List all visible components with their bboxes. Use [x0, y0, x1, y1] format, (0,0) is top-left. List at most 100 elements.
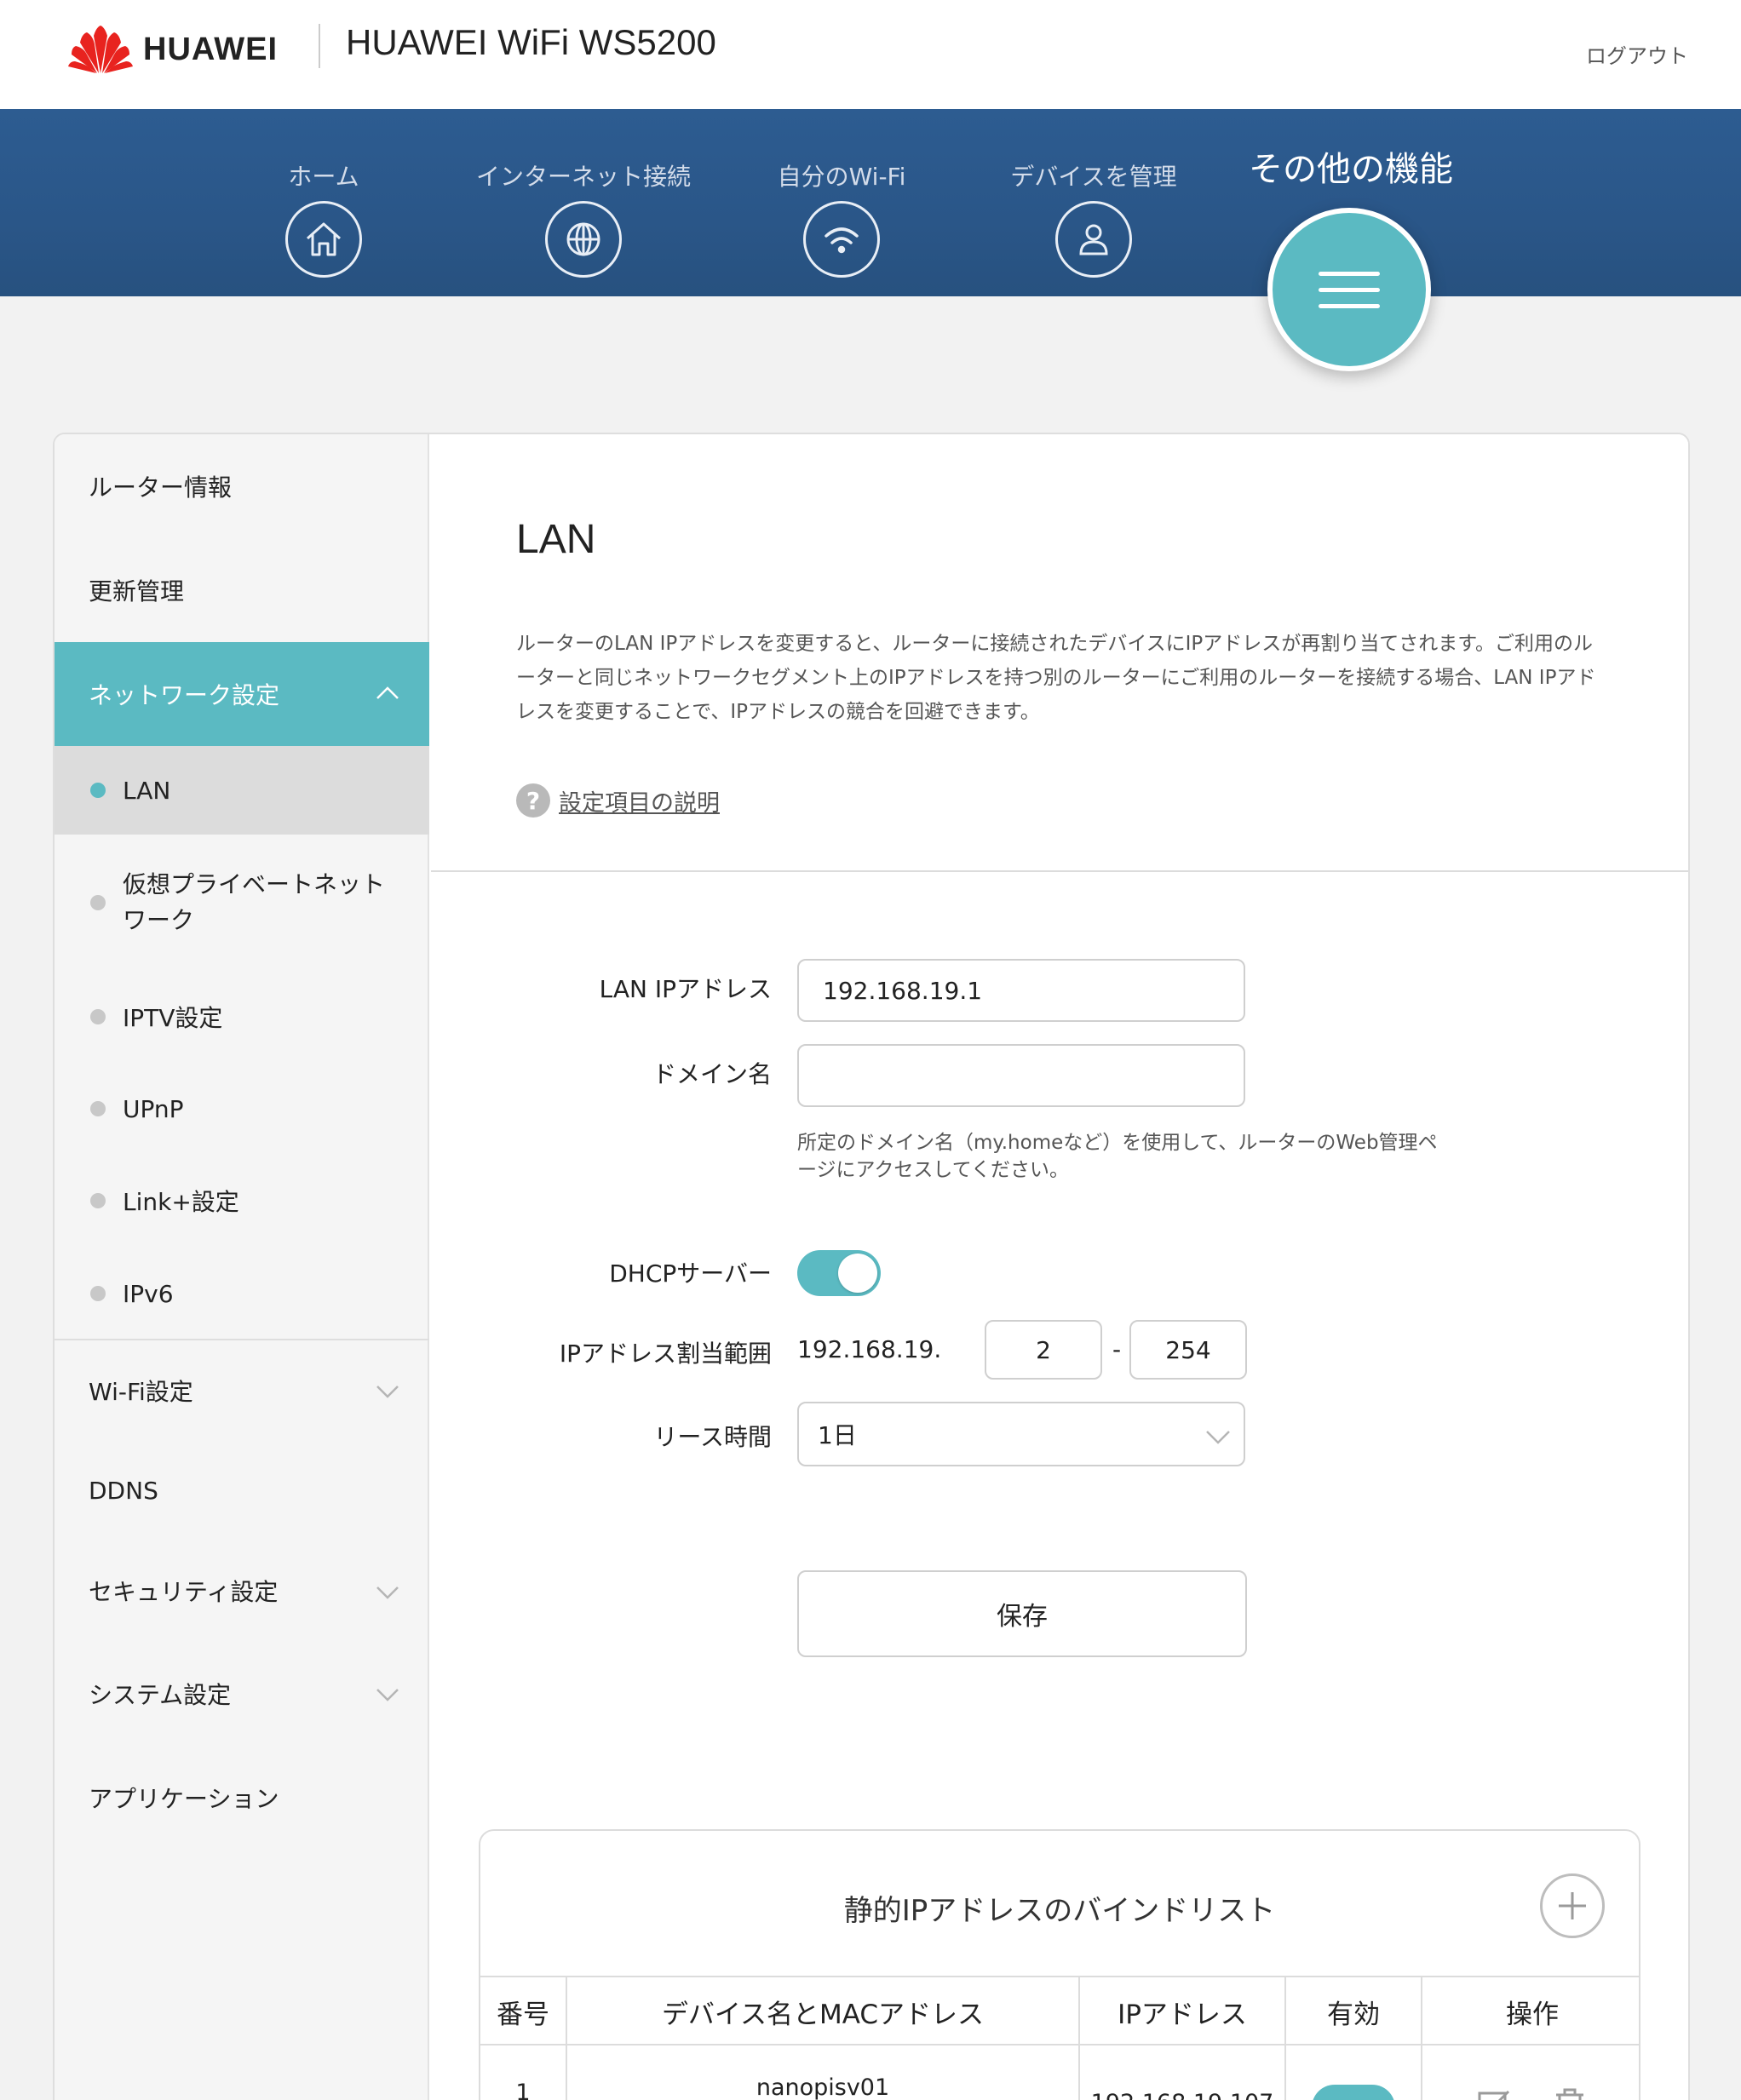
sidebar-sub-label: IPTV設定 — [123, 1004, 223, 1032]
nav-wifi-label: 自分のWi-Fi — [777, 163, 906, 191]
logout-link[interactable]: ログアウト — [1586, 39, 1688, 69]
add-binding-button[interactable] — [1540, 1873, 1605, 1938]
brand-text: HUAWEI — [143, 31, 278, 67]
col-ip: IPアドレス — [1080, 1977, 1286, 2045]
table-row-ip: 192.168.19.107 — [1080, 2045, 1286, 2100]
col-enabled: 有効 — [1286, 1977, 1422, 2045]
nav-devices-label: デバイスを管理 — [1010, 163, 1177, 191]
toggle-knob — [838, 1254, 877, 1293]
dhcp-label: DHCPサーバー — [609, 1259, 772, 1288]
sidebar-item-wifi-label: Wi-Fi設定 — [89, 1378, 193, 1406]
delete-icon[interactable] — [1551, 2086, 1589, 2100]
page-title: LAN — [516, 517, 596, 562]
ip-range-end-input[interactable]: 254 — [1129, 1320, 1247, 1380]
sidebar-item-system[interactable]: システム設定 — [55, 1642, 429, 1746]
menu-icon — [1319, 260, 1380, 320]
sidebar: ルーター情報 更新管理 ネットワーク設定 LAN 仮想プライベートネット ワーク… — [55, 434, 429, 2100]
header-divider — [319, 24, 320, 68]
ip-range-separator: - — [1112, 1335, 1122, 1363]
huawei-flower-icon — [68, 26, 133, 73]
chevron-down-icon — [376, 1689, 399, 1701]
table-row-device: nanopisv01 — [567, 2045, 1080, 2100]
dot-icon — [90, 895, 106, 910]
sidebar-item-ddns[interactable]: DDNS — [55, 1441, 429, 1540]
dot-icon — [90, 1193, 106, 1208]
globe-icon — [545, 201, 622, 278]
sidebar-sub-label: LAN — [123, 776, 171, 805]
help-link-text: 設定項目の説明 — [559, 789, 720, 817]
col-number: 番号 — [480, 1977, 567, 2045]
ip-range-start-input[interactable]: 2 — [985, 1320, 1102, 1380]
huawei-logo: HUAWEI — [68, 24, 278, 75]
col-actions: 操作 — [1506, 1999, 1559, 2030]
sidebar-item-network-label: ネットワーク設定 — [89, 681, 280, 709]
row-enabled-toggle[interactable] — [1312, 2085, 1395, 2100]
dhcp-toggle[interactable] — [797, 1250, 881, 1296]
content-panel: LAN ルーターのLAN IPアドレスを変更すると、ルーターに接続されたデバイス… — [431, 434, 1688, 2100]
static-ip-bind-list: 静的IPアドレスのバインドリスト 番号 デバイス名とMACアドレス IPアドレス… — [479, 1829, 1640, 2100]
save-button[interactable]: 保存 — [797, 1570, 1247, 1657]
sidebar-item-system-label: システム設定 — [89, 1681, 232, 1709]
sidebar-sub-vpn[interactable]: 仮想プライベートネット ワーク — [55, 835, 429, 971]
domain-label: ドメイン名 — [652, 1060, 772, 1088]
top-header: HUAWEI HUAWEI WiFi WS5200 ログアウト — [0, 0, 1741, 109]
sidebar-sub-label: Link+設定 — [123, 1188, 239, 1216]
dot-icon — [90, 1009, 106, 1024]
sidebar-item-router-info[interactable]: ルーター情報 — [55, 434, 429, 538]
col-device: デバイス名とMACアドレス — [567, 1977, 1080, 2045]
lease-time-select[interactable]: 1日 — [797, 1402, 1245, 1466]
sidebar-item-apps[interactable]: アプリケーション — [55, 1746, 429, 1850]
chevron-down-icon — [376, 1386, 399, 1398]
sidebar-sub-linkplus[interactable]: Link+設定 — [55, 1155, 429, 1247]
sidebar-item-update[interactable]: 更新管理 — [55, 538, 429, 642]
user-icon — [1055, 201, 1132, 278]
lease-time-value: 1日 — [818, 1421, 857, 1449]
settings-card: ルーター情報 更新管理 ネットワーク設定 LAN 仮想プライベートネット ワーク… — [53, 433, 1690, 2100]
wifi-icon — [803, 201, 880, 278]
nav-home[interactable]: ホーム — [213, 158, 434, 278]
more-features-button[interactable] — [1267, 208, 1431, 371]
product-title: HUAWEI WiFi WS5200 — [346, 22, 716, 62]
sidebar-sub-iptv[interactable]: IPTV設定 — [55, 971, 429, 1063]
sidebar-sub-ipv6[interactable]: IPv6 — [55, 1247, 429, 1340]
ip-range-label: IPアドレス割当範囲 — [559, 1340, 772, 1368]
table-row-number: 1 — [480, 2045, 567, 2100]
sidebar-sub-label: IPv6 — [123, 1279, 174, 1308]
chevron-down-icon — [376, 1586, 399, 1599]
bind-list-title: 静的IPアドレスのバインドリスト — [843, 1894, 1276, 1928]
sidebar-item-security[interactable]: セキュリティ設定 — [55, 1540, 429, 1642]
table-row-actions — [1422, 2045, 1639, 2100]
main-nav: ホーム インターネット接続 自分のWi-Fi デバイスを管理 その他の機能 — [0, 109, 1741, 296]
sidebar-sub-label: 仮想プライベートネット ワーク — [123, 870, 386, 934]
nav-internet[interactable]: インターネット接続 — [473, 158, 694, 278]
table-header: 番号 デバイス名とMACアドレス IPアドレス 有効 操作 — [480, 1976, 1639, 2045]
lan-ip-input[interactable]: 192.168.19.1 — [797, 959, 1245, 1022]
sidebar-item-wifi[interactable]: Wi-Fi設定 — [55, 1340, 429, 1441]
lan-ip-label: LAN IPアドレス — [599, 975, 772, 1003]
sidebar-sub-lan[interactable]: LAN — [55, 746, 429, 835]
ip-range-prefix: 192.168.19. — [797, 1335, 942, 1363]
help-link[interactable]: ? 設定項目の説明 — [516, 783, 720, 818]
domain-input[interactable] — [797, 1044, 1245, 1107]
table-row-enabled — [1286, 2045, 1422, 2100]
sidebar-item-network[interactable]: ネットワーク設定 — [55, 642, 429, 746]
nav-more-label[interactable]: その他の機能 — [1249, 141, 1453, 191]
section-divider — [431, 870, 1688, 872]
dot-icon — [90, 1101, 106, 1116]
lease-time-label: リース時間 — [653, 1423, 772, 1451]
sidebar-sub-upnp[interactable]: UPnP — [55, 1063, 429, 1155]
chevron-down-icon — [1206, 1431, 1230, 1444]
edit-icon[interactable] — [1476, 2086, 1514, 2100]
nav-wifi[interactable]: 自分のWi-Fi — [731, 158, 952, 278]
page-description: ルーターのLAN IPアドレスを変更すると、ルーターに接続されたデバイスにIPア… — [516, 633, 1596, 723]
nav-internet-label: インターネット接続 — [475, 163, 691, 191]
plus-icon — [1559, 1892, 1586, 1919]
home-icon — [285, 201, 362, 278]
nav-devices[interactable]: デバイスを管理 — [983, 158, 1204, 278]
help-icon: ? — [516, 783, 550, 818]
domain-hint: 所定のドメイン名（my.homeなど）を使用して、ルーターのWeb管理ページにア… — [797, 1132, 1438, 1181]
dot-icon — [90, 1286, 106, 1301]
nav-home-label: ホーム — [288, 163, 359, 191]
sidebar-item-security-label: セキュリティ設定 — [89, 1578, 279, 1606]
chevron-up-icon — [376, 686, 399, 699]
